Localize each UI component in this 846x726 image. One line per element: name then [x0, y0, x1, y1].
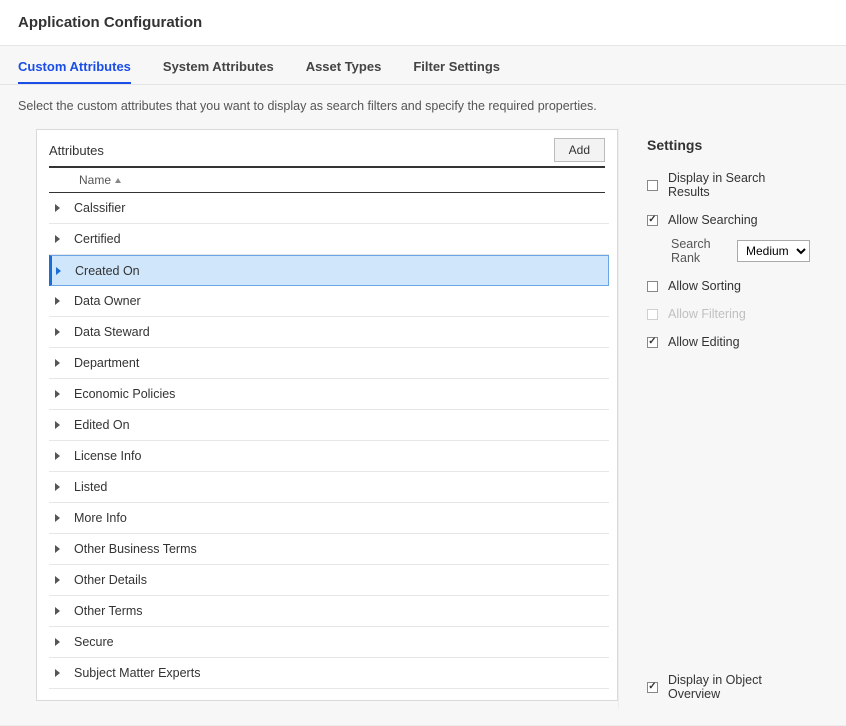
- row-label: More Info: [74, 511, 127, 525]
- chevron-right-icon: [55, 421, 60, 429]
- chevron-right-icon: [55, 390, 60, 398]
- table-row[interactable]: Other Terms: [49, 596, 609, 627]
- row-label: Data Steward: [74, 325, 150, 339]
- chevron-right-icon: [55, 607, 60, 615]
- chevron-right-icon: [55, 235, 60, 243]
- search-rank-select[interactable]: Low Medium High: [737, 240, 810, 262]
- column-header-label: Name: [79, 173, 111, 187]
- setting-display-in-object-overview[interactable]: Display in Object Overview: [647, 673, 810, 701]
- chevron-right-icon: [55, 576, 60, 584]
- tab-asset-types[interactable]: Asset Types: [306, 49, 382, 84]
- setting-label: Allow Searching: [668, 213, 758, 227]
- page-title: Application Configuration: [18, 14, 828, 31]
- setting-display-in-search[interactable]: Display in Search Results: [647, 171, 810, 199]
- checkbox-icon[interactable]: [647, 180, 658, 191]
- setting-allow-sorting[interactable]: Allow Sorting: [647, 279, 810, 293]
- row-label: Listed: [74, 480, 107, 494]
- table-row[interactable]: Calssifier: [49, 193, 609, 224]
- row-label: Other Details: [74, 573, 147, 587]
- chevron-right-icon: [55, 452, 60, 460]
- row-label: Certified: [74, 232, 121, 246]
- setting-allow-editing[interactable]: Allow Editing: [647, 335, 810, 349]
- setting-allow-filtering: Allow Filtering: [647, 307, 810, 321]
- row-label: Secure: [74, 635, 114, 649]
- row-label: Other Terms: [74, 604, 143, 618]
- row-label: Subject Matter Experts: [74, 666, 200, 680]
- chevron-right-icon: [55, 514, 60, 522]
- attributes-title: Attributes: [49, 143, 104, 158]
- table-row[interactable]: Created On: [49, 255, 609, 286]
- add-button[interactable]: Add: [554, 138, 605, 162]
- chevron-right-icon: [55, 297, 60, 305]
- checkbox-icon[interactable]: [647, 337, 658, 348]
- subhead-text: Select the custom attributes that you wa…: [18, 99, 597, 113]
- checkbox-icon: [647, 309, 658, 320]
- attributes-panel: Attributes Add Name Calssifier Certified…: [36, 129, 618, 701]
- chevron-right-icon: [55, 328, 60, 336]
- chevron-right-icon: [55, 669, 60, 677]
- table-row[interactable]: Data Owner: [49, 286, 609, 317]
- settings-title: Settings: [647, 137, 810, 153]
- row-label: Created On: [75, 264, 140, 278]
- table-row[interactable]: Other Business Terms: [49, 534, 609, 565]
- row-label: Economic Policies: [74, 387, 175, 401]
- row-label: Edited On: [74, 418, 130, 432]
- setting-label: Allow Filtering: [668, 307, 746, 321]
- attributes-list[interactable]: Calssifier Certified Created On Data Own…: [49, 193, 613, 692]
- setting-search-rank: Search Rank Low Medium High: [671, 237, 810, 265]
- table-row[interactable]: Edited On: [49, 410, 609, 441]
- tab-custom-attributes[interactable]: Custom Attributes: [18, 49, 131, 84]
- row-label: Data Owner: [74, 294, 141, 308]
- table-row[interactable]: License Info: [49, 441, 609, 472]
- table-row[interactable]: Certified: [49, 224, 609, 255]
- row-label: Department: [74, 356, 139, 370]
- row-label: Calssifier: [74, 201, 125, 215]
- chevron-right-icon: [56, 267, 61, 275]
- checkbox-icon[interactable]: [647, 281, 658, 292]
- chevron-right-icon: [55, 204, 60, 212]
- row-label: Other Business Terms: [74, 542, 197, 556]
- row-label: License Info: [74, 449, 141, 463]
- table-row[interactable]: Secure: [49, 627, 609, 658]
- table-row[interactable]: Economic Policies: [49, 379, 609, 410]
- column-header-name[interactable]: Name: [49, 166, 605, 193]
- tab-filter-settings[interactable]: Filter Settings: [413, 49, 500, 84]
- chevron-right-icon: [55, 483, 60, 491]
- tab-system-attributes[interactable]: System Attributes: [163, 49, 274, 84]
- table-row[interactable]: Other Details: [49, 565, 609, 596]
- table-row[interactable]: Department: [49, 348, 609, 379]
- checkbox-icon[interactable]: [647, 682, 658, 693]
- setting-label: Allow Editing: [668, 335, 740, 349]
- search-rank-label: Search Rank: [671, 237, 727, 265]
- setting-label: Display in Object Overview: [668, 673, 810, 701]
- table-row[interactable]: Subject Matter Experts: [49, 658, 609, 689]
- chevron-right-icon: [55, 638, 60, 646]
- setting-label: Display in Search Results: [668, 171, 810, 199]
- tabs-bar: Custom Attributes System Attributes Asse…: [0, 45, 846, 85]
- table-row[interactable]: Listed: [49, 472, 609, 503]
- table-row[interactable]: Data Steward: [49, 317, 609, 348]
- chevron-right-icon: [55, 545, 60, 553]
- checkbox-icon[interactable]: [647, 215, 658, 226]
- table-row[interactable]: More Info: [49, 503, 609, 534]
- settings-panel: Settings Display in Search Results Allow…: [618, 127, 828, 709]
- sort-asc-icon: [115, 178, 121, 183]
- chevron-right-icon: [55, 359, 60, 367]
- setting-allow-searching[interactable]: Allow Searching: [647, 213, 810, 227]
- setting-label: Allow Sorting: [668, 279, 741, 293]
